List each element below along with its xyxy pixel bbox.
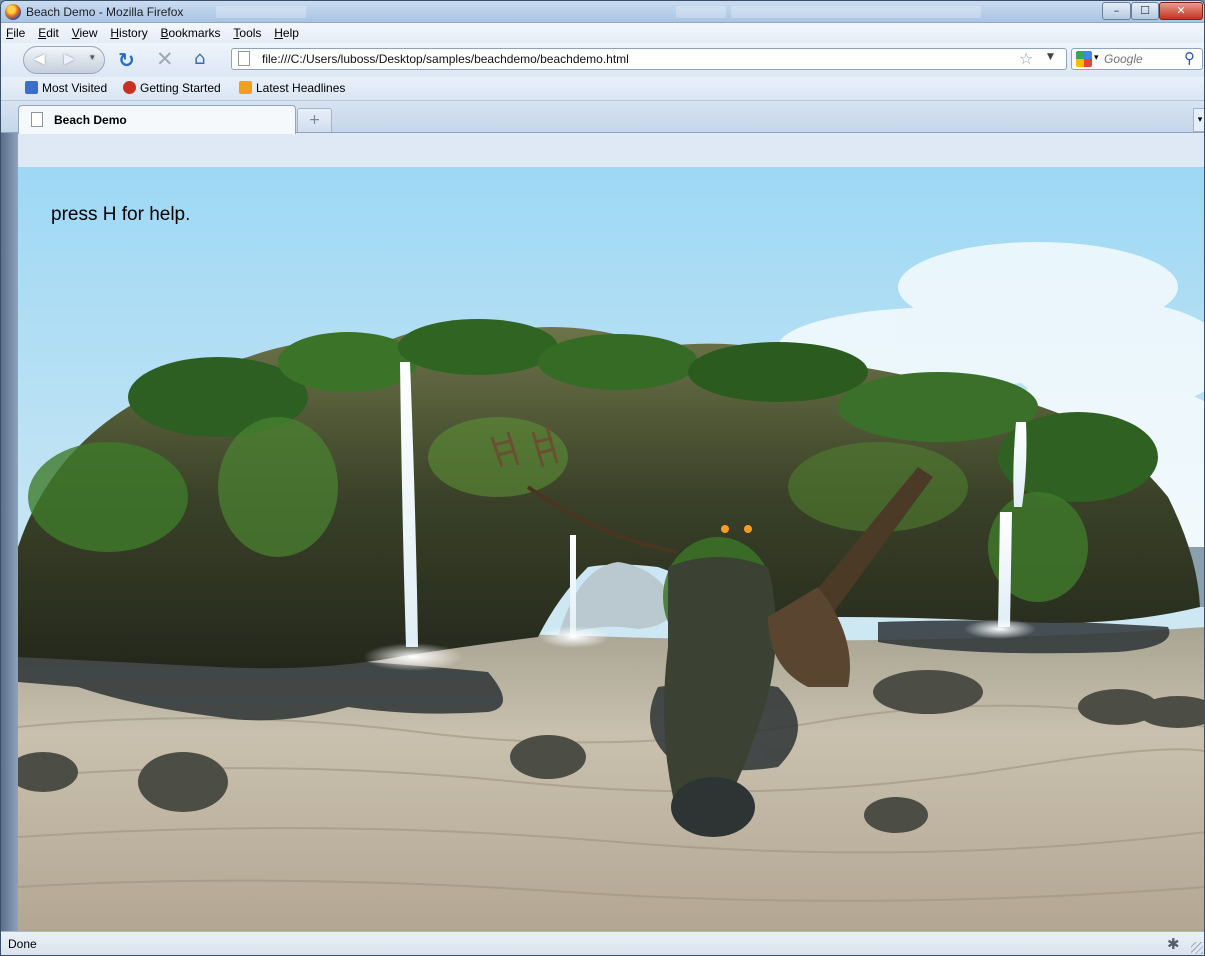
url-text[interactable]: file:///C:/Users/luboss/Desktop/samples/… <box>262 52 629 66</box>
bookmark-label: Latest Headlines <box>256 81 346 95</box>
back-forward-buttons[interactable]: ◀ ▶ ▾ <box>23 46 105 74</box>
title-ghost-tab <box>216 6 306 18</box>
beach-scene <box>18 167 1204 931</box>
getting-started-icon <box>123 81 136 94</box>
tab-label: Beach Demo <box>54 113 127 127</box>
bookmark-star-icon[interactable]: ☆ <box>1019 49 1033 68</box>
menu-tools[interactable]: Tools <box>228 23 265 40</box>
url-bar[interactable]: file:///C:/Users/luboss/Desktop/samples/… <box>231 48 1067 70</box>
search-engine-dropdown-icon[interactable]: ▾ <box>1094 53 1099 63</box>
new-tab-button[interactable]: + <box>297 108 332 132</box>
search-icon[interactable]: ⚲ <box>1184 49 1195 67</box>
menu-history[interactable]: History <box>105 23 151 40</box>
tab-strip: Beach Demo + ▾ <box>1 101 1204 134</box>
most-visited-icon <box>25 81 38 94</box>
back-arrow-icon[interactable]: ◀ <box>34 51 45 67</box>
page-icon <box>31 112 43 127</box>
tab-list-button[interactable]: ▾ <box>1193 108 1204 132</box>
search-input[interactable] <box>1104 51 1180 67</box>
tab-beach-demo[interactable]: Beach Demo <box>18 105 296 134</box>
stop-icon[interactable]: ✕ <box>156 47 174 71</box>
bookmark-label: Getting Started <box>140 81 221 95</box>
bookmark-latest-headlines[interactable]: Latest Headlines <box>239 81 345 95</box>
menu-bookmarks[interactable]: Bookmarks <box>156 23 225 40</box>
bookmark-getting-started[interactable]: Getting Started <box>123 81 221 95</box>
bookmark-label: Most Visited <box>42 81 108 95</box>
rss-icon <box>239 81 252 94</box>
firefox-icon <box>5 4 21 20</box>
page-icon <box>238 51 250 66</box>
firebug-icon[interactable]: ✱ <box>1167 935 1180 953</box>
browser-window: Beach Demo - Mozilla Firefox – ☐ ✕ File … <box>0 0 1205 956</box>
status-bar: Done ✱ <box>1 931 1204 955</box>
close-button[interactable]: ✕ <box>1159 2 1203 20</box>
pillar-base-rock <box>671 777 755 837</box>
forward-arrow-icon[interactable]: ▶ <box>64 51 75 67</box>
history-dropdown-icon[interactable]: ▾ <box>90 53 95 63</box>
title-bar: Beach Demo - Mozilla Firefox – ☐ ✕ <box>1 1 1204 23</box>
title-ghost-tab <box>676 6 726 18</box>
window-left-edge <box>1 133 18 931</box>
menu-file[interactable]: File <box>1 23 29 40</box>
search-bar[interactable]: ▾ ⚲ <box>1071 48 1203 70</box>
title-ghost-search <box>731 6 981 18</box>
resize-grip[interactable] <box>1191 942 1203 954</box>
webgl-canvas[interactable]: press H for help. <box>18 167 1204 931</box>
window-title: Beach Demo - Mozilla Firefox <box>26 5 184 19</box>
url-dropdown-icon[interactable]: ▼ <box>1047 52 1054 62</box>
menu-bar: File Edit View History Bookmarks Tools H… <box>1 23 1204 43</box>
menu-help[interactable]: Help <box>269 23 303 40</box>
reload-icon[interactable]: ↻ <box>118 48 135 72</box>
menu-edit[interactable]: Edit <box>33 23 63 40</box>
navigation-toolbar: ◀ ▶ ▾ ↻ ✕ ⌂ file:///C:/Users/luboss/Desk… <box>1 43 1204 77</box>
bookmark-most-visited[interactable]: Most Visited <box>25 81 107 95</box>
minimize-button[interactable]: – <box>1102 2 1131 20</box>
status-text: Done <box>8 937 37 951</box>
home-icon[interactable]: ⌂ <box>194 48 205 69</box>
bookmarks-toolbar: Most Visited Getting Started Latest Head… <box>1 77 1204 101</box>
help-hint: press H for help. <box>51 204 191 225</box>
maximize-button[interactable]: ☐ <box>1131 2 1159 20</box>
menu-view[interactable]: View <box>67 23 102 40</box>
google-icon[interactable] <box>1076 51 1092 67</box>
